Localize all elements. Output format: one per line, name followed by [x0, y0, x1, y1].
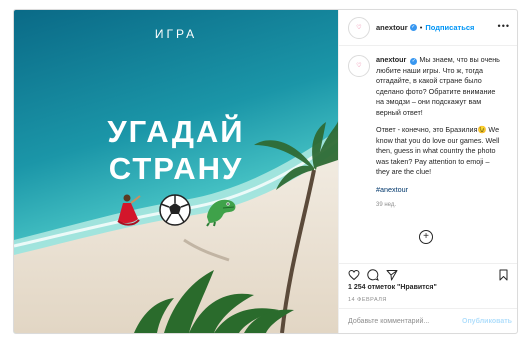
comment-icon[interactable]	[367, 269, 379, 281]
publish-button[interactable]: Опубликовать	[462, 318, 512, 325]
headline-line-1: УГАДАЙ	[107, 114, 245, 149]
bookmark-icon[interactable]	[498, 269, 509, 281]
verified-icon: ✓	[410, 58, 418, 65]
post-photo[interactable]: ИГРА УГАДАЙ СТРАНУ	[14, 10, 338, 333]
more-options-icon[interactable]: •••	[498, 21, 510, 31]
share-icon[interactable]	[386, 269, 398, 281]
avatar[interactable]: ♡	[348, 16, 370, 39]
caption-answer: Ответ - конечно, это Бразилия😉 We know t…	[376, 125, 500, 176]
headline-line-2: СТРАНУ	[108, 151, 244, 186]
soccer-ball-icon	[156, 191, 194, 229]
header-separator: •	[419, 23, 423, 32]
follow-button[interactable]: Подписаться	[425, 23, 474, 32]
heart-logo-icon: ♡	[356, 63, 362, 69]
action-bar	[339, 263, 517, 284]
caption-text: anextour ✓ Мы знаем, что вы очень любите…	[376, 55, 502, 211]
comment-input[interactable]: Добавьте комментарий...	[348, 318, 429, 325]
verified-icon: ✓	[409, 24, 417, 31]
game-label: ИГРА	[154, 27, 198, 41]
header-username[interactable]: anextour	[376, 23, 408, 32]
emoji-row	[110, 191, 240, 229]
heart-logo-icon: ♡	[356, 24, 362, 31]
caption-avatar[interactable]: ♡	[348, 55, 370, 77]
comment-box: Добавьте комментарий... Опубликовать	[339, 308, 517, 333]
like-heart-icon[interactable]	[348, 269, 360, 281]
caption-block: ♡ anextour ✓ Мы знаем, что вы очень люби…	[339, 46, 517, 211]
caption-username[interactable]: anextour	[376, 55, 406, 64]
instagram-post: ИГРА УГАДАЙ СТРАНУ ♡ anextour ✓ • Подпис…	[13, 9, 518, 334]
time-ago: 39 нед.	[376, 202, 397, 208]
load-more-comments-icon[interactable]: +	[419, 230, 433, 244]
post-header: ♡ anextour ✓ • Подписаться •••	[339, 10, 517, 46]
flamenco-dancer-icon	[110, 191, 148, 229]
post-date: 14 ФЕВРАЛЯ	[348, 297, 387, 303]
caption-body: Мы знаем, что вы очень любите наши игры.…	[376, 55, 500, 117]
hashtag-link[interactable]: #anextour	[376, 185, 502, 196]
crocodile-icon	[202, 191, 240, 229]
post-side-panel: ♡ anextour ✓ • Подписаться ••• ♡ anextou…	[338, 10, 517, 333]
likes-count[interactable]: 1 254 отметок "Нравится"	[348, 284, 437, 291]
